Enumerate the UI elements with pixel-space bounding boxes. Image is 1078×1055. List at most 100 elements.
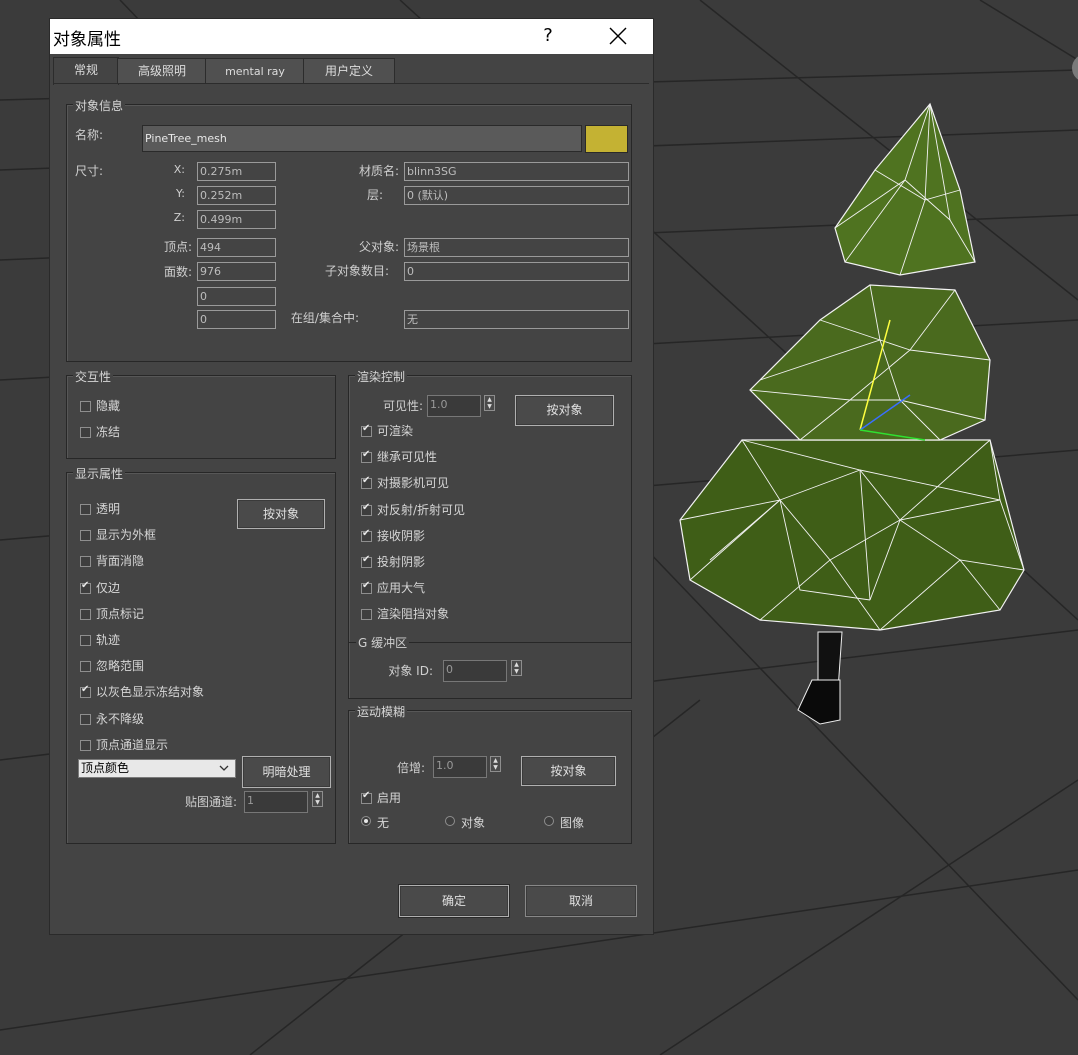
- object-id-label: 对象 ID:: [388, 664, 433, 678]
- vertices-label: 顶点:: [163, 240, 192, 254]
- children-field: 0: [404, 262, 629, 281]
- render-list-label-7: 渲染阻挡对象: [377, 607, 450, 622]
- render-list-checkbox-4[interactable]: [361, 528, 372, 542]
- display-list-checkbox-2[interactable]: [80, 556, 91, 568]
- motion-blur-group: 运动模糊 倍增: 1.0 ▲▼ 按对象 启用 无 对象 图像: [348, 703, 632, 844]
- multiplier-spinner[interactable]: ▲ ▼: [490, 756, 501, 772]
- interactivity-legend: 交互性: [73, 368, 114, 385]
- display-list-label-7: 以灰色显示冻结对象: [96, 685, 205, 700]
- hide-label: 隐藏: [96, 399, 121, 413]
- help-button[interactable]: ?: [528, 23, 568, 49]
- vertex-channel-select[interactable]: 顶点颜色: [78, 759, 236, 778]
- object-info-group: 对象信息 名称: 尺寸: X: 0.275m Y: 0.252m Z: 0.49…: [66, 97, 632, 362]
- render-list-checkbox-2[interactable]: [361, 475, 372, 490]
- map-channel-field[interactable]: 1: [244, 791, 308, 813]
- display-properties-legend: 显示属性: [73, 465, 126, 482]
- blur-object-label: 对象: [461, 816, 486, 830]
- object-color-swatch[interactable]: [585, 125, 628, 153]
- display-list-label-0: 透明: [96, 502, 121, 516]
- name-input[interactable]: [142, 125, 582, 152]
- display-list-checkbox-4[interactable]: [80, 608, 91, 620]
- render-list-checkbox-3[interactable]: [361, 502, 372, 516]
- tab-general[interactable]: 常规: [53, 57, 119, 85]
- display-list-checkbox-8[interactable]: [80, 713, 91, 725]
- display-properties-group: 显示属性 按对象 透明显示为外框背面消隐仅边顶点标记轨迹忽略范围以灰色显示冻结对…: [66, 465, 336, 844]
- group-field: 无: [404, 310, 629, 329]
- faces-label: 面数:: [163, 265, 192, 279]
- visibility-spinner[interactable]: ▲ ▼: [484, 395, 495, 411]
- render-list-label-1: 继承可见性: [377, 450, 438, 465]
- motion-blur-by-object-button[interactable]: 按对象: [521, 756, 616, 786]
- blur-image-label: 图像: [560, 816, 585, 830]
- map-channel-spinner[interactable]: ▲ ▼: [312, 791, 323, 807]
- render-list-label-0: 可渲染: [377, 424, 414, 438]
- layer-label: 层:: [366, 188, 383, 202]
- render-list-label-5: 投射阴影: [377, 555, 426, 569]
- display-list-checkbox-5[interactable]: [80, 635, 91, 646]
- z-label: Z:: [173, 211, 185, 224]
- z-dimension-field: 0.499m: [197, 210, 276, 229]
- display-list-label-4: 顶点标记: [96, 606, 145, 621]
- multiplier-field[interactable]: 1.0: [433, 756, 487, 778]
- render-list-label-6: 应用大气: [377, 581, 426, 596]
- display-list-label-5: 轨迹: [96, 633, 121, 647]
- extra-count-field-1: 0: [197, 287, 276, 306]
- parent-field: 场景根: [404, 238, 629, 257]
- display-list-checkbox-9[interactable]: [80, 739, 91, 751]
- vertex-channel-select-value: 顶点颜色: [81, 761, 130, 775]
- render-list-checkbox-6[interactable]: [361, 580, 372, 595]
- y-label: Y:: [176, 187, 185, 200]
- cancel-button[interactable]: 取消: [525, 885, 637, 917]
- object-info-legend: 对象信息: [73, 97, 126, 114]
- display-list-checkbox-0[interactable]: [80, 504, 91, 515]
- tab-user-defined[interactable]: 用户定义: [303, 58, 395, 84]
- gbuffer-legend: G 缓冲区: [356, 634, 410, 651]
- freeze-label: 冻结: [96, 425, 121, 439]
- motion-blur-enable-label: 启用: [377, 791, 402, 805]
- freeze-checkbox[interactable]: [80, 427, 91, 438]
- render-by-object-button[interactable]: 按对象: [515, 395, 614, 426]
- display-list-label-6: 忽略范围: [96, 659, 145, 674]
- parent-label: 父对象:: [358, 240, 399, 254]
- render-control-group: 渲染控制 可见性: 1.0 ▲▼ 按对象 可渲染继承可见性对摄影机可见对反射/折…: [348, 368, 632, 699]
- shading-button[interactable]: 明暗处理: [242, 756, 331, 788]
- dimensions-label: 尺寸:: [75, 164, 104, 178]
- y-dimension-field: 0.252m: [197, 186, 276, 205]
- x-label: X:: [173, 163, 185, 176]
- object-id-field[interactable]: 0: [443, 660, 507, 682]
- blur-image-radio[interactable]: [544, 816, 554, 826]
- children-label: 子对象数目:: [324, 264, 389, 278]
- display-list-checkbox-6[interactable]: [80, 661, 91, 673]
- ok-button[interactable]: 确定: [399, 885, 509, 917]
- render-list-checkbox-0[interactable]: [361, 423, 372, 437]
- display-list-label-1: 显示为外框: [96, 528, 157, 543]
- display-list-checkbox-1[interactable]: [80, 530, 91, 542]
- display-list-checkbox-7[interactable]: [80, 684, 91, 699]
- hide-checkbox[interactable]: [80, 401, 91, 412]
- visibility-field[interactable]: 1.0: [427, 395, 481, 417]
- display-list-checkbox-3[interactable]: [80, 580, 91, 594]
- render-list-label-2: 对摄影机可见: [377, 476, 450, 491]
- render-list-checkbox-7[interactable]: [361, 609, 372, 621]
- blur-none-radio[interactable]: [361, 816, 371, 826]
- close-button[interactable]: [598, 22, 638, 50]
- visibility-label: 可见性:: [382, 399, 423, 413]
- render-list-checkbox-1[interactable]: [361, 449, 372, 464]
- interactivity-group: 交互性 隐藏 冻结: [66, 368, 336, 459]
- multiplier-label: 倍增:: [396, 761, 425, 775]
- extra-count-field-2: 0: [197, 310, 276, 329]
- tab-mental-ray[interactable]: mental ray: [205, 58, 305, 84]
- tab-advanced-lighting[interactable]: 高级照明: [117, 58, 207, 84]
- title-bar[interactable]: 对象属性 ?: [50, 19, 653, 54]
- display-by-object-button[interactable]: 按对象: [237, 499, 325, 529]
- render-control-legend: 渲染控制: [355, 368, 408, 385]
- x-dimension-field: 0.275m: [197, 162, 276, 181]
- faces-field: 976: [197, 262, 276, 281]
- close-icon: [609, 27, 627, 45]
- motion-blur-enable-checkbox[interactable]: [361, 790, 372, 804]
- blur-object-radio[interactable]: [445, 816, 455, 826]
- material-label: 材质名:: [358, 164, 399, 178]
- vertices-field: 494: [197, 238, 276, 257]
- render-list-checkbox-5[interactable]: [361, 554, 372, 568]
- object-id-spinner[interactable]: ▲ ▼: [511, 660, 522, 676]
